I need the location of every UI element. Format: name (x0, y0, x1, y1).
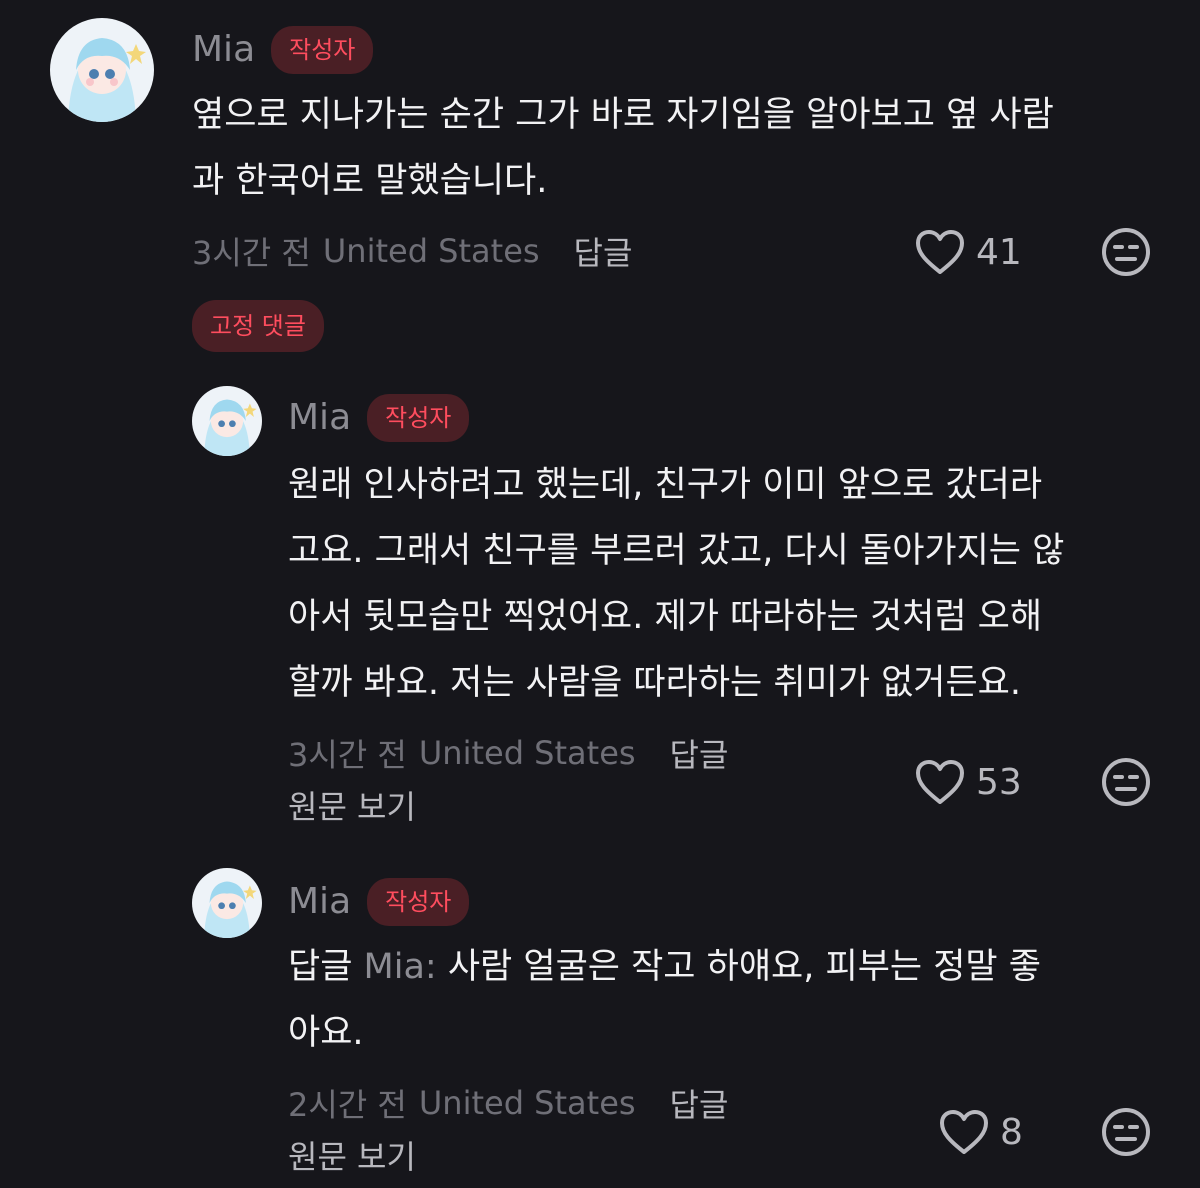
comment-meta: 2시간 전 United States 답글 (288, 1080, 728, 1126)
like-button[interactable]: 53 (914, 758, 1022, 806)
author-name[interactable]: Mia (192, 30, 255, 70)
author-name[interactable]: Mia (288, 882, 351, 922)
comment-time: 3시간 전 (288, 736, 407, 774)
author-badge: 작성자 (367, 878, 470, 926)
comment-line: 원래 인사하려고 했는데, 친구가 이미 앞으로 갔더라 (288, 465, 1043, 505)
neutral-face-icon[interactable] (1100, 226, 1152, 278)
pinned-comment-badge: 고정 댓글 (192, 300, 324, 352)
comment-location: United States (418, 1084, 636, 1122)
comment-location: United States (322, 232, 540, 270)
comment-line: 아서 뒷모습만 찍었어요. 제가 따라하는 것처럼 오해 (288, 597, 1043, 637)
comment-3: Mia 작성자 답글 Mia: 사람 얼굴은 작고 하얘요, 피부는 정말 좋 … (0, 862, 1200, 1188)
comment-1: Mia 작성자 옆으로 지나가는 순간 그가 바로 자기임을 알아보고 옆 사람… (0, 0, 1200, 290)
avatar[interactable] (192, 386, 262, 456)
comment-location: United States (418, 734, 636, 772)
comment-time: 2시간 전 (288, 1086, 407, 1124)
mention-link[interactable]: Mia: (364, 947, 437, 987)
heart-icon (914, 758, 966, 806)
comment-line: 아요. (288, 1013, 364, 1053)
like-count: 8 (1000, 1111, 1023, 1153)
comment-line-text: 사람 얼굴은 작고 하얘요, 피부는 정말 좋 (447, 947, 1041, 987)
comment-header: Mia 작성자 (288, 878, 470, 926)
comment-2: Mia 작성자 원래 인사하려고 했는데, 친구가 이미 앞으로 갔더라 고요.… (0, 380, 1200, 840)
comment-line: 할까 봐요. 저는 사람을 따라하는 취미가 없거든요. (288, 663, 1022, 703)
author-badge: 작성자 (271, 26, 374, 74)
author-badge: 작성자 (367, 394, 470, 442)
like-button[interactable]: 8 (938, 1108, 1023, 1156)
neutral-face-icon[interactable] (1100, 756, 1152, 808)
avatar[interactable] (50, 18, 154, 122)
comment-line: 옆으로 지나가는 순간 그가 바로 자기임을 알아보고 옆 사람 (192, 95, 1054, 135)
comment-text: 답글 Mia: 사람 얼굴은 작고 하얘요, 피부는 정말 좋 아요. (288, 934, 1041, 1066)
view-original-button[interactable]: 원문 보기 (288, 1132, 416, 1178)
comment-header: Mia 작성자 (192, 26, 374, 74)
reply-prefix: 답글 (288, 947, 353, 987)
comment-meta: 3시간 전 United States 답글 (288, 730, 728, 776)
view-original-button[interactable]: 원문 보기 (288, 782, 416, 828)
comment-time: 3시간 전 (192, 234, 311, 272)
like-count: 41 (976, 231, 1022, 273)
comment-meta: 3시간 전 United States 답글 (192, 228, 632, 274)
author-name[interactable]: Mia (288, 398, 351, 438)
reply-button[interactable]: 답글 (670, 730, 729, 776)
heart-icon (938, 1108, 990, 1156)
comment-line: 과 한국어로 말했습니다. (192, 161, 548, 201)
reply-button[interactable]: 답글 (670, 1080, 729, 1126)
heart-icon (914, 228, 966, 276)
reply-button[interactable]: 답글 (574, 228, 633, 274)
like-count: 53 (976, 761, 1022, 803)
comment-line: 답글 Mia: 사람 얼굴은 작고 하얘요, 피부는 정말 좋 (288, 934, 1041, 1000)
comment-text: 옆으로 지나가는 순간 그가 바로 자기임을 알아보고 옆 사람 과 한국어로 … (192, 82, 1054, 214)
comment-header: Mia 작성자 (288, 394, 470, 442)
neutral-face-icon[interactable] (1100, 1106, 1152, 1158)
like-button[interactable]: 41 (914, 228, 1022, 276)
avatar[interactable] (192, 868, 262, 938)
comment-line: 고요. 그래서 친구를 부르러 갔고, 다시 돌아가지는 않 (288, 531, 1065, 571)
comment-text: 원래 인사하려고 했는데, 친구가 이미 앞으로 갔더라 고요. 그래서 친구를… (288, 452, 1064, 716)
